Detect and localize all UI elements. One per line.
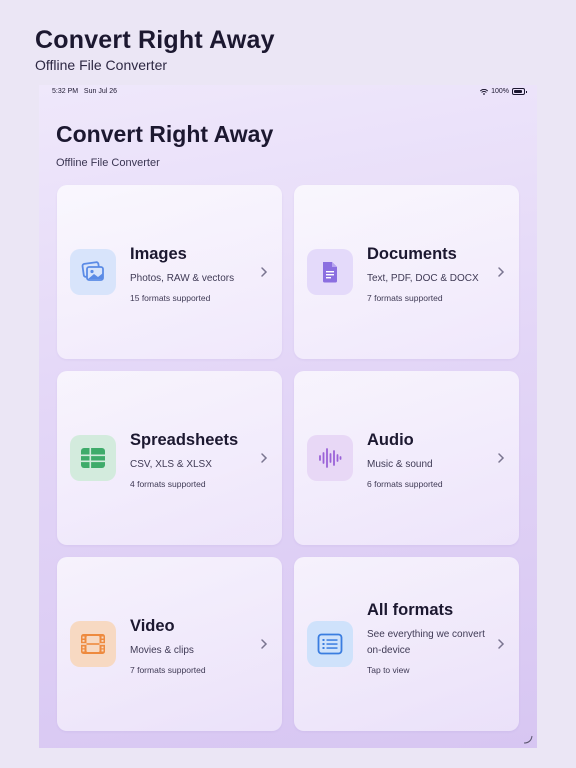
card-title: Video [130,617,175,635]
list-icon [307,621,353,667]
images-icon [70,249,116,295]
card-description: Photos, RAW & vectors [130,273,235,284]
card-count: 7 formats supported [367,293,443,303]
device-screen: 5:32 PM Sun Jul 26 100% Convert Right Aw… [39,85,537,748]
app-title: Convert Right Away [56,121,274,147]
app-subtitle: Offline File Converter [56,157,160,169]
card-description: Text, PDF, DOC & DOCX [367,273,479,284]
page-subtitle: Offline File Converter [35,57,168,73]
card-spreadsheets[interactable]: Spreadsheets CSV, XLS & XLSX 4 formats s… [57,371,282,545]
card-description: Movies & clips [130,645,194,656]
card-title: Documents [367,245,457,263]
card-all-formats[interactable]: All formats See everything we convert on… [294,557,519,731]
page-title: Convert Right Away [35,26,275,54]
document-icon [307,249,353,295]
category-grid: Images Photos, RAW & vectors 15 formats … [57,185,520,731]
card-description: CSV, XLS & XLSX [130,459,212,470]
card-audio[interactable]: Audio Music & sound 6 formats supported [294,371,519,545]
card-title: Audio [367,431,414,449]
status-clock: 5:32 PM [52,88,79,95]
battery-percent: 100% [491,88,509,95]
card-count: 4 formats supported [130,479,206,489]
chevron-right-icon [261,639,268,649]
card-title: All formats [367,601,454,619]
card-documents[interactable]: Documents Text, PDF, DOC & DOCX 7 format… [294,185,519,359]
status-bar: 5:32 PM Sun Jul 26 100% [39,85,537,101]
chevron-right-icon [261,453,268,463]
chevron-right-icon [498,639,505,649]
status-time: 5:32 PM Sun Jul 26 [52,88,117,95]
chevron-right-icon [261,267,268,277]
card-description: Music & sound [367,459,433,470]
status-indicators: 100% [480,88,527,95]
resize-handle-icon[interactable] [523,734,533,744]
spreadsheet-icon [70,435,116,481]
card-images[interactable]: Images Photos, RAW & vectors 15 formats … [57,185,282,359]
card-count: 6 formats supported [367,479,443,489]
chevron-right-icon [498,267,505,277]
card-title: Images [130,245,187,263]
chevron-right-icon [498,453,505,463]
audio-waveform-icon [307,435,353,481]
wifi-icon [480,88,489,95]
card-count: Tap to view [367,665,410,675]
card-count: 7 formats supported [130,665,206,675]
card-title: Spreadsheets [130,431,239,449]
battery-icon [512,88,527,95]
card-count: 15 formats supported [130,293,211,303]
status-date: Sun Jul 26 [83,88,118,95]
card-description: See everything we convert on-device [367,629,485,656]
card-video[interactable]: Video Movies & clips 7 formats supported [57,557,282,731]
film-icon [70,621,116,667]
